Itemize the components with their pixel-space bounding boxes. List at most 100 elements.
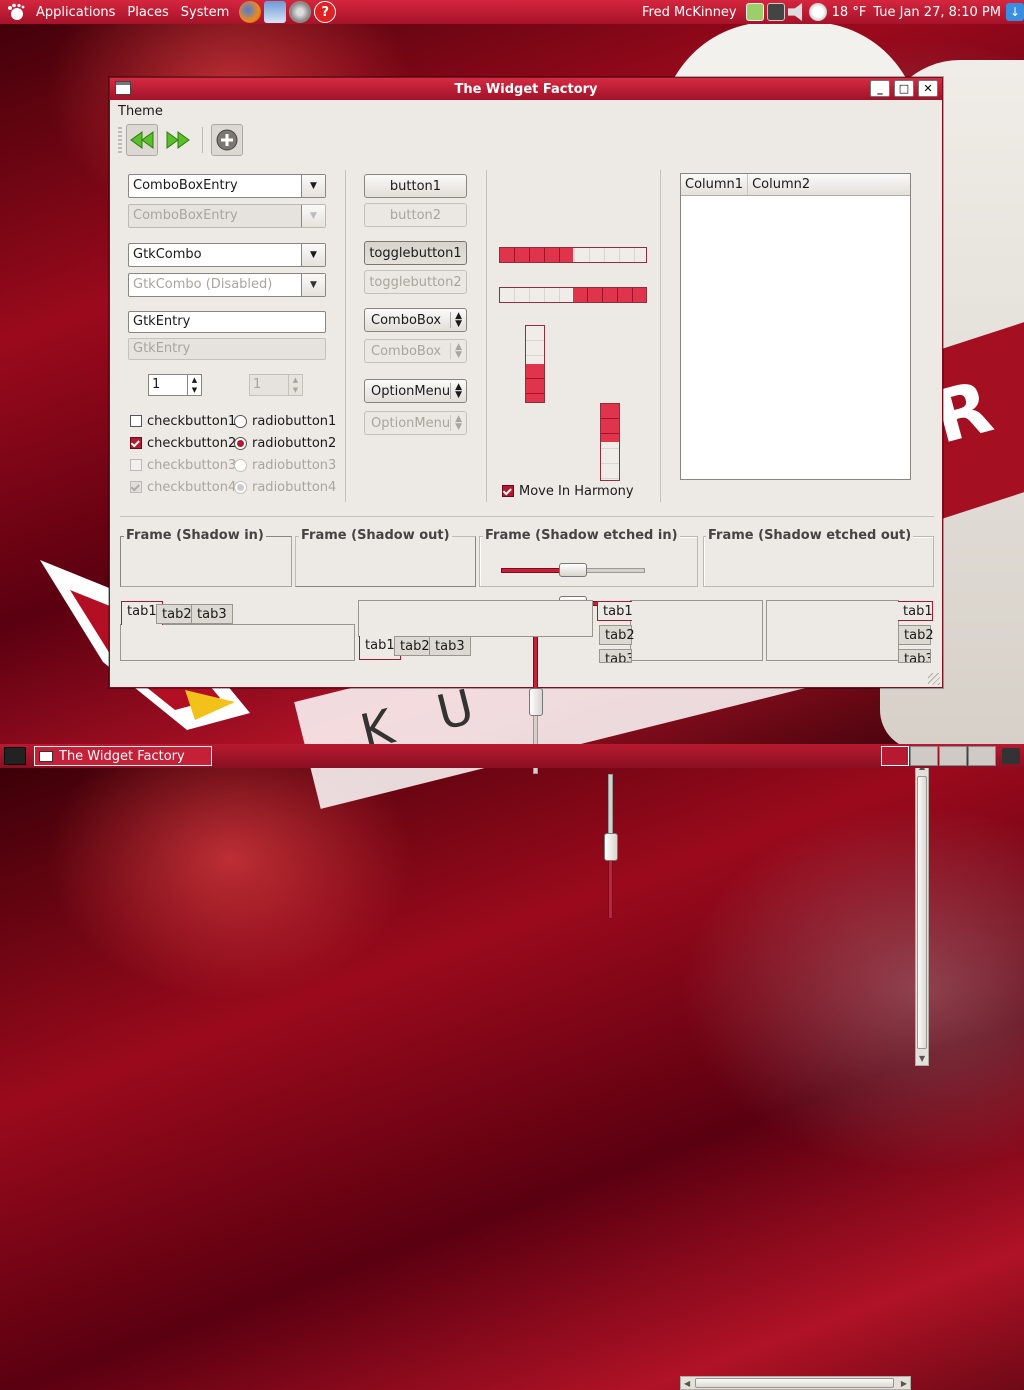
scale-slider-handle[interactable] [604,832,618,861]
radiobutton2[interactable]: radiobutton2 [234,432,336,454]
notebook-left-tab2[interactable]: tab2 [599,625,635,645]
clock[interactable]: Tue Jan 27, 8:10 PM [871,5,1003,20]
menu-system[interactable]: System [175,5,235,20]
checkbox-icon[interactable] [130,415,142,427]
trash-icon[interactable] [1002,748,1020,764]
column1-header[interactable]: Column1 [681,174,749,195]
maximize-button[interactable]: □ [894,80,914,97]
notebook-right-tab2[interactable]: tab2 [898,625,934,645]
scroll-left-icon[interactable]: ◀ [684,1379,690,1388]
gtk-combo-text[interactable]: GtkCombo [129,244,301,266]
optionmenu-label[interactable]: OptionMenu [371,384,450,399]
checkbutton2-label[interactable]: checkbutton2 [147,436,236,451]
checkbutton1-label[interactable]: checkbutton1 [147,414,236,429]
vscale-2[interactable] [604,774,618,919]
checkbox-icon [130,459,142,471]
move-in-harmony-check[interactable]: Move In Harmony [502,481,634,501]
radiobutton2-label[interactable]: radiobutton2 [252,436,336,451]
rewind-icon [130,131,154,149]
gtk-combo[interactable]: GtkCombo ▼ [128,243,326,267]
minimize-button[interactable]: _ [870,80,890,97]
chevron-down-icon[interactable]: ▼ [301,175,325,197]
checkbutton2[interactable]: checkbutton2 [130,432,236,454]
checkbutton1[interactable]: checkbutton1 [130,410,236,432]
notebook-top-tab3[interactable]: tab3 [191,604,233,624]
radio-icon[interactable] [234,414,247,428]
network-icon[interactable] [745,3,764,21]
spin-value[interactable]: 1 [149,375,187,395]
radiobutton4: radiobutton4 [234,476,336,498]
notebook-left-tab1[interactable]: tab1 [597,601,633,621]
optionmenu-disabled-label: OptionMenu [371,415,451,431]
workspace-1[interactable] [881,746,909,766]
spin-button[interactable]: 1 ▲ ▼ [148,374,202,396]
gnome-foot-icon[interactable] [4,3,26,21]
weather-icon[interactable] [808,3,827,21]
monitor-icon[interactable] [766,3,785,21]
combobox-entry[interactable]: ComboBoxEntry ▼ [128,174,326,198]
close-button[interactable]: ✕ [918,80,938,97]
notebook-right-tab3[interactable]: tab3 [898,649,931,663]
toolbar-grip[interactable] [118,127,122,153]
workspace-3[interactable] [939,746,967,766]
notebook-bottom-tab3[interactable]: tab3 [429,636,471,656]
resize-grip[interactable] [928,673,940,685]
column2-header[interactable]: Column2 [748,174,910,195]
menu-applications[interactable]: Applications [30,5,121,20]
spin-up-icon[interactable]: ▲ [188,375,201,385]
window-titlebar[interactable]: The Widget Factory _ □ ✕ [110,78,942,100]
menubar: Theme [110,100,942,122]
notebook-left-tab3[interactable]: tab3 [599,649,632,663]
add-button[interactable] [211,124,243,156]
update-icon[interactable]: ↓ [1006,3,1024,21]
back-button[interactable] [126,124,158,156]
volume-icon[interactable] [787,3,803,21]
button1[interactable]: button1 [364,174,467,198]
temperature[interactable]: 18 °F [830,5,869,20]
mail-icon[interactable] [264,1,287,23]
taskbar-item-widget-factory[interactable]: The Widget Factory [34,746,212,766]
notebook-right-tab1[interactable]: tab1 [898,601,933,621]
chevron-down-icon[interactable]: ▼ [301,244,325,266]
updown-icon[interactable]: ▲ ▼ [450,383,462,400]
forward-button[interactable] [162,124,194,156]
combobox-entry-text[interactable]: ComboBoxEntry [129,175,301,197]
user-name[interactable]: Fred McKinney [636,5,743,20]
notebook-right-page [766,600,899,661]
window-menu-icon[interactable] [115,81,131,95]
radio-selected-icon[interactable] [234,436,247,450]
updown-icon[interactable]: ▲ ▼ [450,312,462,329]
scroll-down-icon[interactable]: ▼ [919,1054,925,1063]
scale-slider-handle[interactable] [529,687,543,716]
tree-view[interactable]: Column1 Column2 [680,173,911,480]
combobox-label[interactable]: ComboBox [371,313,441,328]
notebook-left-page [630,600,763,661]
scrollbar-thumb[interactable] [917,776,927,1049]
disc-icon[interactable] [289,1,312,23]
combobox[interactable]: ComboBox ▲ ▼ [364,308,467,332]
vertical-scrollbar[interactable]: ▲ ▼ [915,759,929,1066]
menu-places[interactable]: Places [121,5,174,20]
scroll-right-icon[interactable]: ▶ [901,1379,907,1388]
checkbox-checked-icon[interactable] [130,437,142,449]
radiobutton1-label[interactable]: radiobutton1 [252,414,336,429]
workspace-4[interactable] [968,746,996,766]
firefox-icon[interactable] [239,1,262,23]
combobox-disabled-label: ComboBox [371,343,442,359]
scrollbar-thumb[interactable] [695,1378,894,1388]
horizontal-scrollbar[interactable]: ◀ ▶ [680,1376,911,1390]
move-in-harmony-label[interactable]: Move In Harmony [519,484,634,499]
checkbox-checked-icon[interactable] [502,485,514,497]
togglebutton1[interactable]: togglebutton1 [364,241,467,265]
help-icon[interactable]: ? [314,1,337,23]
radiobutton1[interactable]: radiobutton1 [234,410,336,432]
optionmenu[interactable]: OptionMenu ▲ ▼ [364,379,467,403]
menu-theme[interactable]: Theme [118,104,163,119]
gtk-entry[interactable]: GtkEntry [128,311,326,333]
toolbar-separator [202,127,203,153]
workspace-2[interactable] [910,746,938,766]
checkbutton4-label: checkbutton4 [147,479,237,495]
spin-down-icon[interactable]: ▼ [188,385,201,395]
taskbar-item-label: The Widget Factory [59,748,185,764]
show-desktop-icon[interactable] [4,747,26,765]
